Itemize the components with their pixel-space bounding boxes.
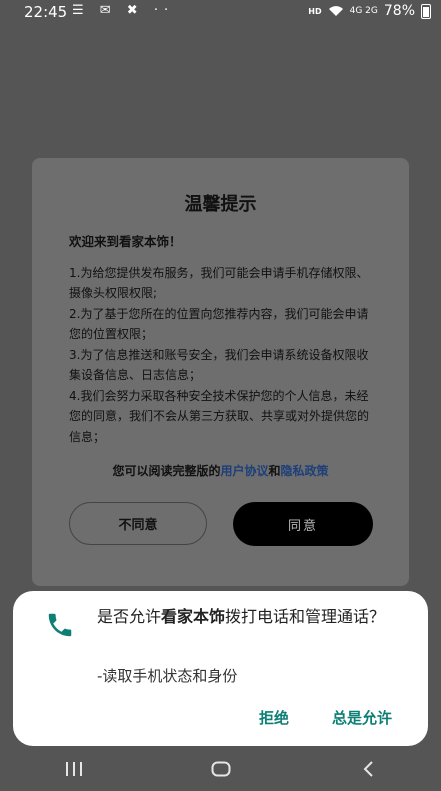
permission-detail: -读取手机状态和身份 [97, 667, 238, 685]
dialog-body: 欢迎来到看家本饰！ 1.为给您提供发布服务，我们可能会申请手机存储权限、 摄像头… [69, 232, 375, 447]
phone-icon [48, 613, 72, 637]
battery-icon [421, 3, 431, 19]
agreement-line: 您可以阅读完整版的用户协议和隐私政策 [32, 462, 409, 479]
dialog-item-1: 1.为给您提供发布服务，我们可能会申请手机存储权限、 摄像头权限权限; [69, 265, 369, 301]
always-allow-button[interactable]: 总是允许 [332, 707, 392, 728]
signal-icon: 4G 2G [349, 6, 378, 16]
dialog-welcome: 欢迎来到看家本饰！ [69, 234, 182, 249]
dialog-item-3: 3.为了信息推送和账号安全，我们会申请系统设备权限收集设备信息、日志信息； [69, 347, 369, 383]
deny-button[interactable]: 拒绝 [259, 707, 289, 728]
battery-percent: 78% [383, 3, 415, 19]
permission-dialog: 是否允许看家本饰拨打电话和管理通话？ -读取手机状态和身份 拒绝 总是允许 [13, 591, 428, 746]
agree-button[interactable]: 同意 [233, 502, 373, 546]
privacy-policy-link[interactable]: 隐私政策 [281, 464, 329, 478]
permission-app-name: 看家本饰 [161, 607, 226, 626]
home-icon[interactable] [191, 749, 251, 789]
disagree-button[interactable]: 不同意 [69, 502, 207, 545]
status-right: HD 4G 2G 78% [308, 3, 431, 19]
privacy-dialog: 温馨提示 欢迎来到看家本饰！ 1.为给您提供发布服务，我们可能会申请手机存储权限… [32, 158, 409, 586]
notification-icons: ☰ ✉ ✖ ·· [72, 3, 175, 18]
agreement-and: 和 [268, 464, 281, 478]
back-icon[interactable] [338, 749, 398, 789]
dialog-item-4: 4.我们会努力采取各种安全技术保护您的个人信息，未经您的同意，我们不会从第三方获… [69, 388, 370, 444]
permission-message: 是否允许看家本饰拨打电话和管理通话？ [97, 606, 417, 628]
user-agreement-link[interactable]: 用户协议 [220, 464, 268, 478]
wifi-icon [328, 6, 343, 16]
status-bar: 22:45 ☰ ✉ ✖ ·· HD 4G 2G 78% [0, 0, 441, 24]
permission-msg-prefix: 是否允许 [97, 607, 162, 626]
permission-msg-suffix: 拨打电话和管理通话？ [225, 607, 386, 626]
agreement-prefix: 您可以阅读完整版的 [112, 464, 221, 478]
status-time: 22:45 [24, 3, 68, 21]
dialog-item-2: 2.为了基于您所在的位置向您推荐内容，我们可能会申请您的位置权限； [69, 306, 369, 342]
hd-icon: HD [308, 6, 322, 16]
recents-icon[interactable] [44, 749, 104, 789]
dialog-title: 温馨提示 [184, 194, 257, 215]
navigation-bar [0, 746, 441, 791]
